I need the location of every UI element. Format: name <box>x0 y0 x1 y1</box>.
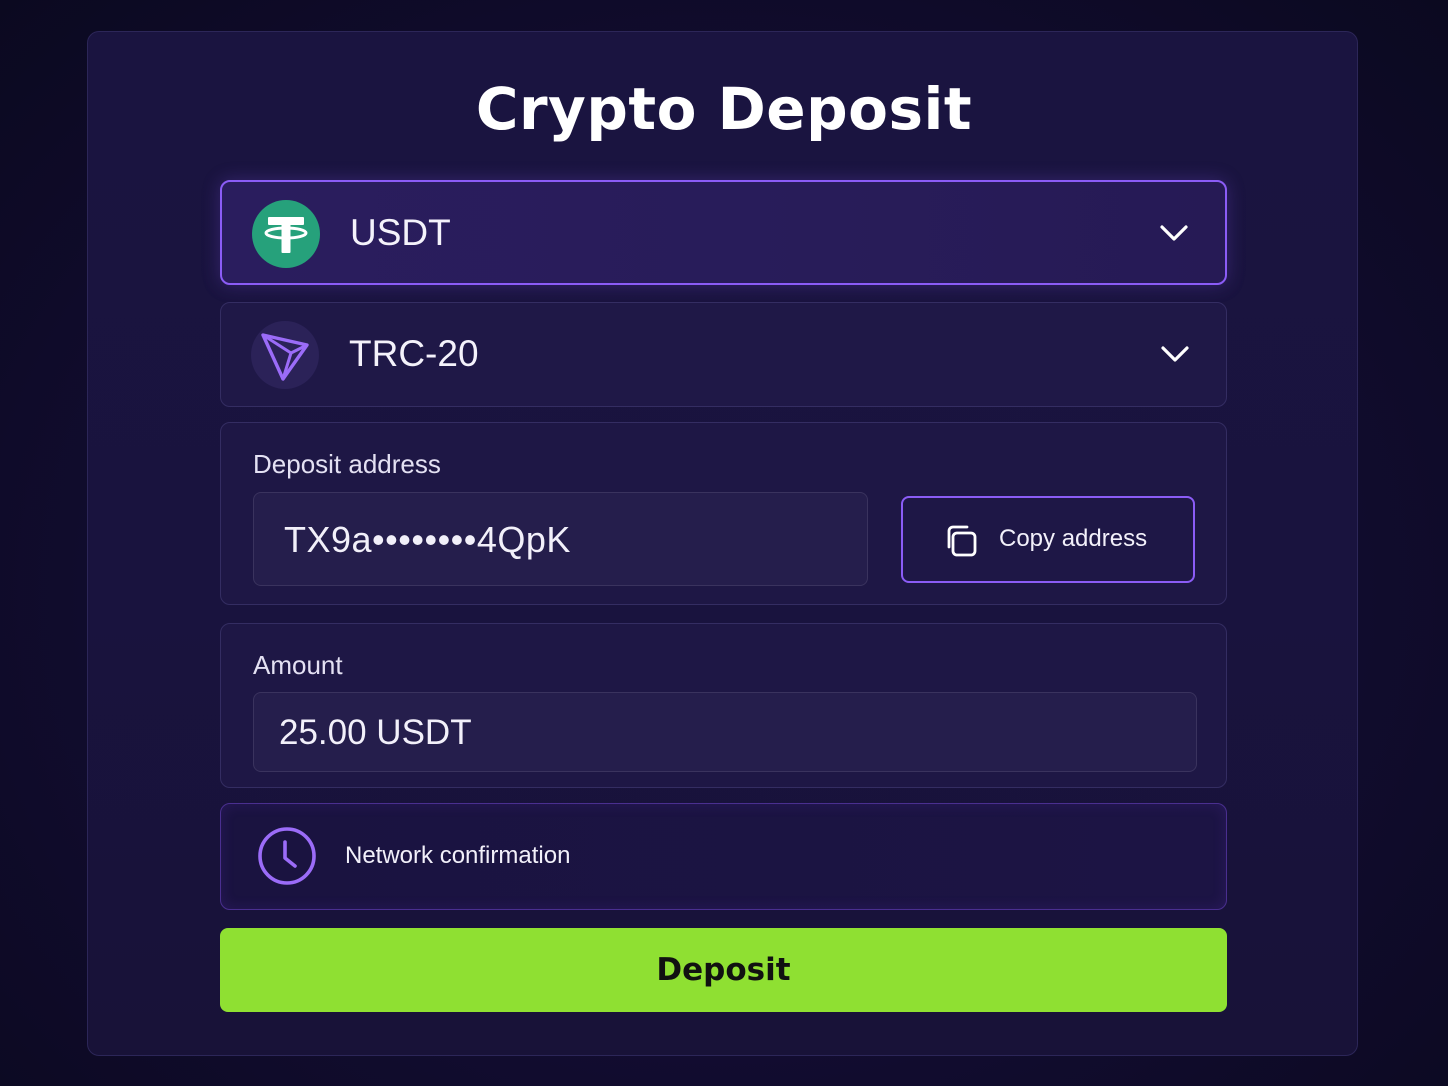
page-title: Crypto Deposit <box>475 75 973 143</box>
deposit-button[interactable]: Deposit <box>220 928 1227 1012</box>
token-select[interactable]: USDT <box>220 180 1227 285</box>
network-confirmation-status: Network confirmation <box>220 803 1227 910</box>
tron-icon <box>251 321 319 389</box>
deposit-address-label: Deposit address <box>253 449 441 479</box>
amount-input[interactable]: 25.00 USDT <box>253 692 1197 772</box>
network-select[interactable]: TRC-20 <box>220 302 1227 407</box>
chevron-down-icon <box>1161 346 1189 362</box>
deposit-address-field[interactable]: TX9a••••••••4QpK <box>253 492 868 586</box>
amount-panel: Amount 25.00 USDT <box>220 623 1227 788</box>
status-label: Network confirmation <box>345 842 571 869</box>
network-select-value: TRC-20 <box>349 333 479 374</box>
usdt-tether-icon <box>252 200 320 268</box>
copy-address-label: Copy address <box>999 525 1148 552</box>
amount-label: Amount <box>253 650 343 680</box>
chevron-down-icon <box>1160 225 1188 241</box>
clock-icon <box>258 827 316 885</box>
token-select-value: USDT <box>350 212 451 253</box>
copy-icon <box>947 525 977 557</box>
deposit-address-panel: Deposit address TX9a••••••••4QpK Copy ad… <box>220 422 1227 605</box>
copy-address-button[interactable]: Copy address <box>901 496 1195 583</box>
